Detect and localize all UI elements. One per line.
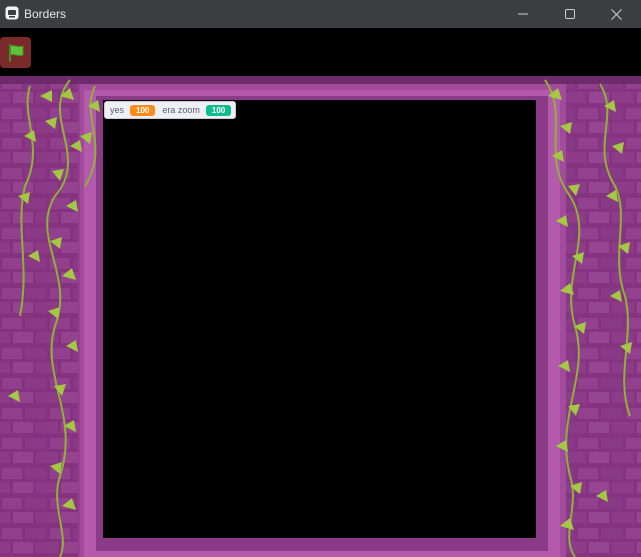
monitor-value-yes: 100 xyxy=(130,104,156,116)
close-icon xyxy=(610,8,622,20)
minimize-icon xyxy=(518,13,528,15)
title-bar[interactable]: Borders xyxy=(0,0,641,28)
stage[interactable] xyxy=(0,76,641,557)
green-flag-button[interactable] xyxy=(0,37,31,68)
window-title: Borders xyxy=(24,7,67,21)
minimize-button[interactable] xyxy=(500,0,546,28)
variable-monitors[interactable]: yes 100 era zoom 100 xyxy=(104,101,236,119)
monitor-value-camera-zoom: 100 xyxy=(205,104,232,116)
maximize-button[interactable] xyxy=(547,0,593,28)
green-flag-icon xyxy=(8,43,23,62)
maximize-icon xyxy=(565,9,575,19)
monitor-label-yes: yes xyxy=(110,105,125,115)
close-button[interactable] xyxy=(593,0,639,28)
monitor-label-camera-zoom: era zoom xyxy=(162,105,200,115)
app-window: Borders yes 100 era zoom 100 xyxy=(0,0,641,557)
stage-background xyxy=(0,76,641,557)
app-icon xyxy=(5,6,19,20)
player-toolbar xyxy=(0,28,641,76)
